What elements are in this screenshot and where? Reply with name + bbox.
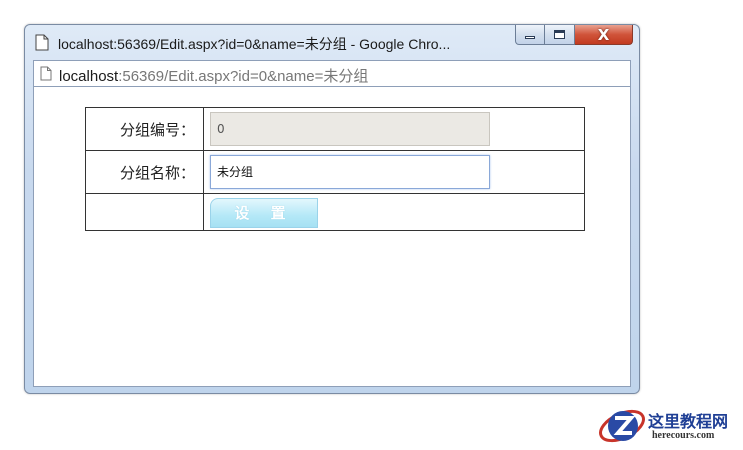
form-row-name: 分组名称： 未分组	[85, 150, 585, 194]
minimize-icon	[525, 36, 535, 39]
watermark-url: herecours.com	[652, 430, 715, 441]
group-id-cell: 0	[203, 107, 585, 151]
site-watermark: 这里教程网 herecours.com	[596, 404, 741, 448]
minimize-button[interactable]	[515, 25, 545, 45]
page-icon	[40, 66, 52, 81]
site-logo-icon	[599, 409, 645, 443]
maximize-icon	[554, 30, 565, 39]
address-url[interactable]: localhost:56369/Edit.aspx?id=0&name=未分组	[59, 65, 368, 86]
address-path: :56369/Edit.aspx?id=0&name=未分组	[118, 68, 369, 85]
group-name-label: 分组名称：	[85, 150, 204, 194]
form-row-actions: 设 置	[85, 193, 585, 231]
empty-cell	[85, 193, 204, 231]
browser-window: localhost:56369/Edit.aspx?id=0&name=未分组 …	[24, 24, 640, 394]
group-id-input: 0	[210, 112, 490, 146]
close-icon: X	[597, 25, 610, 44]
address-host: localhost	[59, 68, 119, 85]
page-icon	[35, 34, 49, 51]
group-name-cell: 未分组	[203, 150, 585, 194]
actions-cell: 设 置	[203, 193, 585, 231]
caption-buttons: X	[515, 25, 633, 46]
title-bar[interactable]: localhost:56369/Edit.aspx?id=0&name=未分组 …	[25, 25, 639, 59]
window-title: localhost:56369/Edit.aspx?id=0&name=未分组 …	[58, 36, 451, 52]
address-bar[interactable]: localhost:56369/Edit.aspx?id=0&name=未分组	[33, 60, 631, 87]
form-row-id: 分组编号： 0	[85, 107, 585, 151]
set-button[interactable]: 设 置	[210, 198, 318, 228]
group-id-label: 分组编号：	[85, 107, 204, 151]
edit-group-form: 分组编号： 0 分组名称： 未分组 设 置	[85, 107, 585, 231]
watermark-title: 这里教程网	[648, 412, 729, 431]
page-content: 分组编号： 0 分组名称： 未分组 设 置	[33, 87, 631, 387]
close-button[interactable]: X	[575, 25, 633, 45]
maximize-button[interactable]	[545, 25, 575, 45]
group-name-input[interactable]: 未分组	[210, 155, 490, 189]
